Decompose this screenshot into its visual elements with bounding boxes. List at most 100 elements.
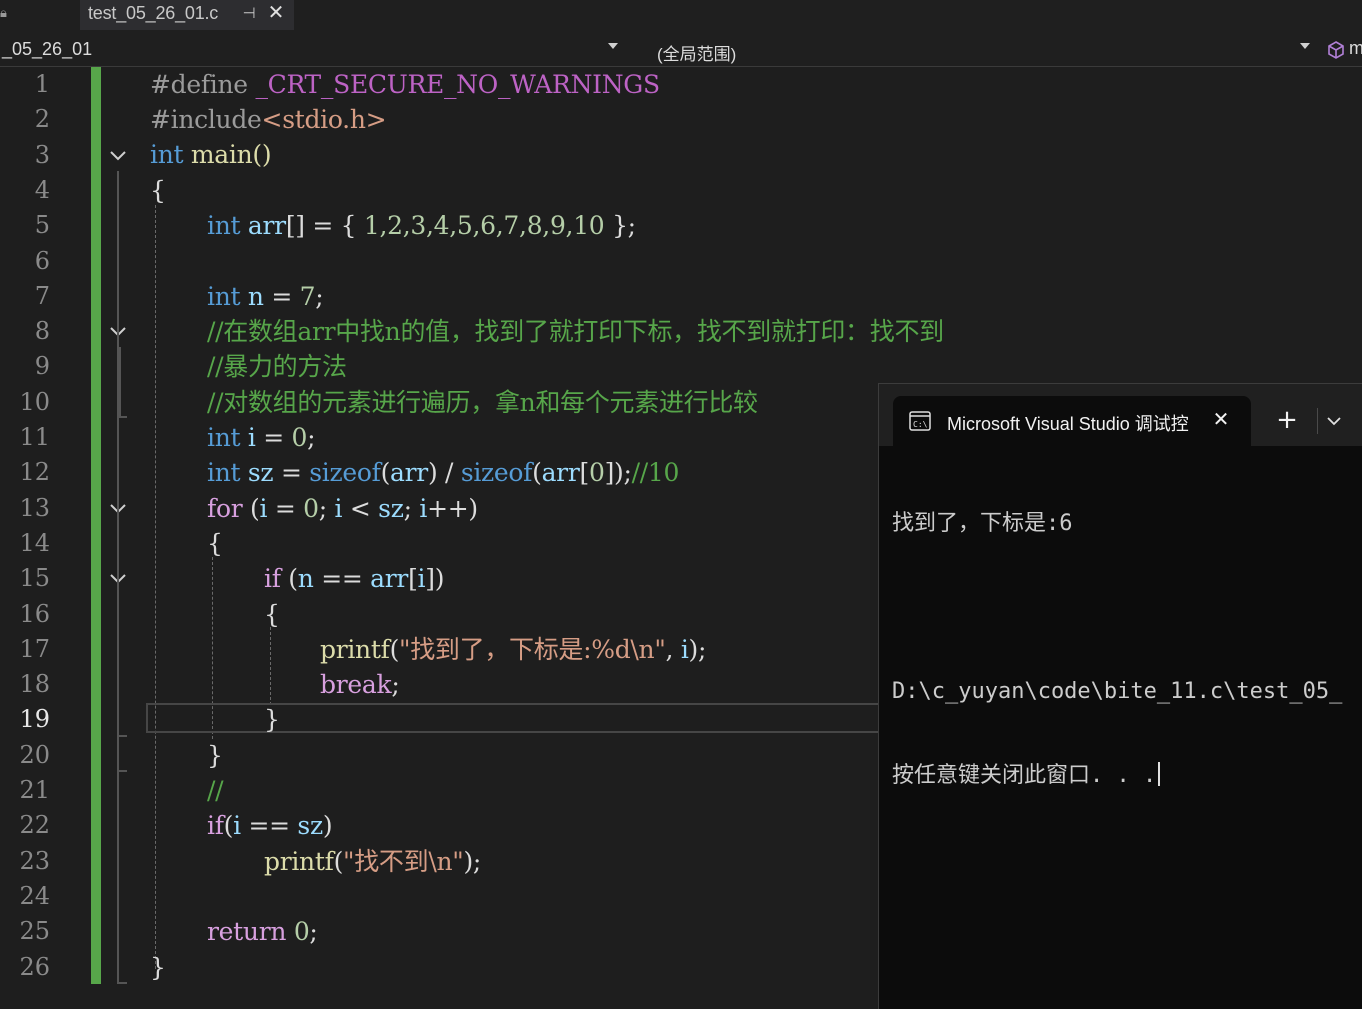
- console-title: Microsoft Visual Studio 调试控: [947, 414, 1189, 434]
- punctuation: [] = {: [285, 211, 364, 240]
- text-cursor: [1158, 762, 1160, 786]
- code-line-7: int n = 7;: [207, 279, 324, 314]
- directive: #include: [150, 105, 262, 134]
- console-output: 找到了，下标是:6 D:\c_yuyan\code\bite_11.c\test…: [892, 454, 1362, 994]
- member-dropdown[interactable]: m: [1322, 34, 1362, 64]
- code-line-19: }: [264, 702, 280, 737]
- code-line-11: int i = 0;: [207, 420, 316, 455]
- line-number: 26: [19, 952, 50, 981]
- scope-dropdown-value: (全局范围): [657, 45, 737, 64]
- line-number: 10: [19, 387, 50, 416]
- console-tab-bar: C:\ Microsoft Visual Studio 调试控 ✕ +: [879, 384, 1362, 446]
- collapse-chevron-icon[interactable]: [107, 144, 129, 166]
- punctuation: ;: [315, 282, 324, 311]
- outline-line: [119, 347, 121, 417]
- navigation-bar: _05_26_01 (全局范围) m: [0, 32, 1362, 67]
- brace: }: [150, 953, 166, 982]
- line-number: 11: [19, 423, 50, 451]
- outline-line: [117, 171, 119, 984]
- ide-window: 🔒︎ test_05_26_01.c ⊣ ✕ _05_26_01 (全局范围) …: [0, 0, 1362, 1009]
- code-line-2: #include<stdio.h>: [150, 102, 387, 137]
- identifier: i: [419, 494, 428, 523]
- line-number: 19: [19, 705, 50, 734]
- line-number: 16: [19, 599, 50, 628]
- number-literal: 0: [588, 458, 605, 487]
- line-number: 23: [19, 846, 50, 875]
- punctuation: ): [322, 811, 333, 840]
- lock-icon: 🔒︎: [0, 5, 7, 20]
- keyword: if: [207, 811, 224, 840]
- console-tab[interactable]: C:\ Microsoft Visual Studio 调试控 ✕: [893, 396, 1251, 446]
- punctuation: );: [688, 635, 707, 664]
- punctuation: (: [380, 458, 391, 487]
- keyword: if: [264, 564, 281, 593]
- identifier: arr: [390, 458, 428, 487]
- code-line-8: //在数组arr中找n的值，找到了就打印下标，找不到就打印：找不到: [207, 317, 944, 346]
- console-prompt-text: 按任意键关闭此窗口. . .: [892, 763, 1157, 788]
- console-line: 按任意键关闭此窗口. . .: [892, 762, 1362, 790]
- outline-end: [117, 416, 127, 418]
- keyword: int: [207, 458, 241, 487]
- code-line-26: }: [150, 950, 166, 985]
- code-line-22: if(i == sz): [207, 808, 333, 843]
- identifier: i: [233, 811, 241, 840]
- keyword: int: [150, 140, 184, 169]
- new-tab-icon[interactable]: +: [1275, 406, 1299, 434]
- outline-end: [117, 735, 127, 737]
- line-number: 5: [34, 211, 50, 240]
- number-literal: 0: [291, 423, 308, 452]
- punctuation: ) /: [427, 458, 461, 487]
- identifier: sz: [378, 494, 404, 523]
- function-name: printf: [320, 635, 390, 664]
- identifier: n: [297, 564, 314, 593]
- code-line-20: }: [207, 738, 223, 773]
- punctuation: [: [579, 458, 589, 487]
- line-number: 4: [34, 175, 50, 204]
- code-line-1: #define _CRT_SECURE_NO_WARNINGS: [150, 67, 660, 102]
- code-line-12: int sz = sizeof(arr) / sizeof(arr[0]);//…: [207, 455, 679, 490]
- tab-test-05-26-01-c[interactable]: test_05_26_01.c ⊣ ✕: [80, 0, 294, 30]
- directive: #define: [150, 70, 248, 99]
- separator: [1317, 408, 1318, 434]
- code-line-21: //: [207, 776, 224, 805]
- number-literal: 0: [293, 917, 310, 946]
- brace: }: [264, 705, 280, 734]
- project-dropdown-value: _05_26_01: [2, 39, 93, 59]
- macro-name: _CRT_SECURE_NO_WARNINGS: [247, 70, 660, 99]
- punctuation: ;: [309, 917, 318, 946]
- identifier: sz: [297, 811, 323, 840]
- identifier: i: [680, 635, 689, 664]
- number-literal: 1,2,3,4,5,6,7,8,9,10: [363, 211, 605, 240]
- chevron-down-icon[interactable]: [1323, 408, 1345, 434]
- identifier: arr: [240, 211, 286, 240]
- indent-guide: [155, 205, 156, 969]
- line-number: 15: [19, 564, 50, 593]
- close-tab-icon[interactable]: ✕: [265, 1, 287, 25]
- scope-dropdown[interactable]: (全局范围): [630, 34, 1314, 64]
- punctuation: (: [532, 458, 542, 487]
- line-number: 24: [19, 881, 50, 910]
- document-tab-bar: 🔒︎ test_05_26_01.c ⊣ ✕: [0, 0, 1362, 30]
- current-line-highlight: [146, 703, 886, 733]
- line-number: 7: [34, 281, 50, 310]
- line-number: 17: [19, 634, 50, 663]
- keyword: sizeof: [460, 458, 533, 487]
- code-line-14: {: [207, 526, 223, 561]
- punctuation: };: [604, 211, 636, 240]
- identifier: arr: [370, 564, 409, 593]
- line-number: 6: [34, 246, 50, 275]
- code-line-4: {: [150, 173, 166, 208]
- punctuation: ,: [665, 635, 681, 664]
- code-line-17: printf("找到了，下标是:%d\n", i);: [320, 632, 706, 667]
- project-dropdown[interactable]: _05_26_01: [0, 34, 622, 64]
- debug-console-window[interactable]: C:\ Microsoft Visual Studio 调试控 ✕ + 找到了，…: [878, 383, 1362, 1009]
- line-number: 9: [34, 352, 50, 381]
- punctuation: ;: [391, 670, 400, 699]
- close-icon[interactable]: ✕: [1209, 408, 1233, 432]
- keyword: int: [207, 282, 241, 311]
- code-line-10: //对数组的元素进行遍历，拿n和每个元素进行比较: [207, 388, 758, 417]
- code-line-15: if (n == arr[i]): [264, 561, 444, 596]
- chevron-down-icon: [608, 43, 618, 49]
- pin-icon[interactable]: ⊣: [240, 3, 258, 25]
